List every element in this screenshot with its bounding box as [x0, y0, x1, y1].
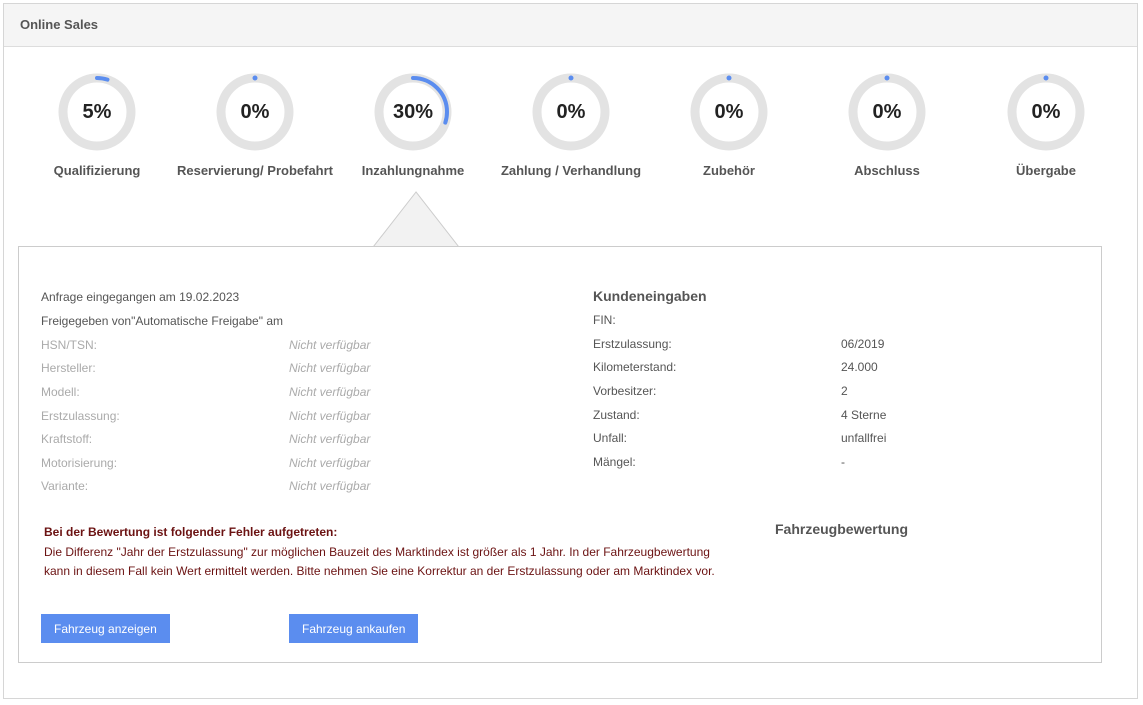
- progress-ring: 5%: [56, 71, 138, 153]
- customer-field-label-kilometerstand: Kilometerstand:: [593, 360, 677, 374]
- step-label: Abschluss: [854, 163, 920, 178]
- step-inzahlungnahme[interactable]: 30% Inzahlungnahme: [323, 71, 503, 178]
- step-detail-box: Anfrage eingegangen am 19.02.2023 Freige…: [18, 246, 1102, 663]
- progress-ring: 0%: [1005, 71, 1087, 153]
- step-percent: 0%: [714, 100, 744, 123]
- step-label: Zahlung / Verhandlung: [500, 163, 642, 178]
- customer-input-title: Kundeneingaben: [593, 288, 707, 304]
- field-label-hersteller: Hersteller:: [41, 361, 96, 375]
- step-uebergabe[interactable]: 0% Übergabe: [956, 71, 1136, 178]
- customer-field-value-zustand: 4 Sterne: [841, 408, 887, 422]
- field-value-hersteller: Nicht verfügbar: [289, 361, 371, 375]
- customer-field-value-unfall: unfallfrei: [841, 431, 887, 445]
- online-sales-panel: Online Sales 5% Qualifizierung 0% Reserv…: [3, 3, 1138, 699]
- step-percent: 0%: [240, 100, 270, 123]
- step-zahlung-verhandlung[interactable]: 0% Zahlung / Verhandlung: [481, 71, 661, 178]
- field-label-modell: Modell:: [41, 385, 80, 399]
- field-value-motorisierung: Nicht verfügbar: [289, 456, 371, 470]
- field-value-hsn-tsn: Nicht verfügbar: [289, 338, 371, 352]
- step-percent: 0%: [556, 100, 586, 123]
- customer-field-label-maengel: Mängel:: [593, 455, 636, 469]
- released-by-text: Freigegeben von"Automatische Freigabe" a…: [41, 314, 283, 328]
- field-value-variante: Nicht verfügbar: [289, 479, 371, 493]
- step-label: Übergabe: [1016, 163, 1076, 178]
- field-value-kraftstoff: Nicht verfügbar: [289, 432, 371, 446]
- field-label-motorisierung: Motorisierung:: [41, 456, 118, 470]
- customer-field-value-erstzulassung: 06/2019: [841, 337, 885, 351]
- step-abschluss[interactable]: 0% Abschluss: [797, 71, 977, 178]
- show-vehicle-button[interactable]: Fahrzeug anzeigen: [41, 614, 170, 643]
- step-percent: 0%: [872, 100, 902, 123]
- customer-field-value-maengel: -: [841, 455, 845, 469]
- step-label: Reservierung/ Probefahrt: [176, 163, 334, 178]
- customer-field-label-zustand: Zustand:: [593, 408, 640, 422]
- error-message: Die Differenz "Jahr der Erstzulassung" z…: [44, 545, 715, 578]
- progress-ring: 0%: [688, 71, 770, 153]
- field-value-erstzulassung: Nicht verfügbar: [289, 409, 371, 423]
- vehicle-valuation-title: Fahrzeugbewertung: [775, 521, 909, 537]
- buy-vehicle-button[interactable]: Fahrzeug ankaufen: [289, 614, 419, 643]
- customer-field-label-erstzulassung: Erstzulassung:: [593, 337, 672, 351]
- field-value-modell: Nicht verfügbar: [289, 385, 371, 399]
- active-step-pointer: [368, 191, 464, 252]
- step-label: Zubehör: [703, 163, 755, 178]
- customer-field-value-kilometerstand: 24.000: [841, 360, 878, 374]
- progress-ring: 0%: [846, 71, 928, 153]
- customer-field-label-vorbesitzer: Vorbesitzer:: [593, 384, 657, 398]
- field-label-erstzulassung: Erstzulassung:: [41, 409, 120, 423]
- step-reservierung-probefahrt[interactable]: 0% Reservierung/ Probefahrt: [165, 71, 345, 178]
- error-title: Bei der Bewertung ist folgender Fehler a…: [44, 525, 338, 539]
- field-label-kraftstoff: Kraftstoff:: [41, 432, 93, 446]
- request-received-text: Anfrage eingegangen am 19.02.2023: [41, 290, 240, 304]
- step-qualifizierung[interactable]: 5% Qualifizierung: [7, 71, 187, 178]
- step-label: Qualifizierung: [53, 163, 141, 178]
- progress-ring: 30%: [372, 71, 454, 153]
- customer-field-label-unfall: Unfall:: [593, 431, 628, 445]
- step-zubehoer[interactable]: 0% Zubehör: [639, 71, 819, 178]
- field-label-hsn-tsn: HSN/TSN:: [41, 338, 98, 352]
- progress-steps: 5% Qualifizierung 0% Reservierung/ Probe…: [4, 4, 1137, 194]
- step-percent: 30%: [392, 100, 434, 123]
- progress-ring: 0%: [530, 71, 612, 153]
- customer-field-label-fin: FIN:: [593, 313, 616, 327]
- customer-field-value-vorbesitzer: 2: [841, 384, 848, 398]
- progress-ring: 0%: [214, 71, 296, 153]
- step-percent: 0%: [1031, 100, 1061, 123]
- field-label-variante: Variante:: [41, 479, 89, 493]
- step-label: Inzahlungnahme: [361, 163, 465, 178]
- step-percent: 5%: [82, 100, 112, 123]
